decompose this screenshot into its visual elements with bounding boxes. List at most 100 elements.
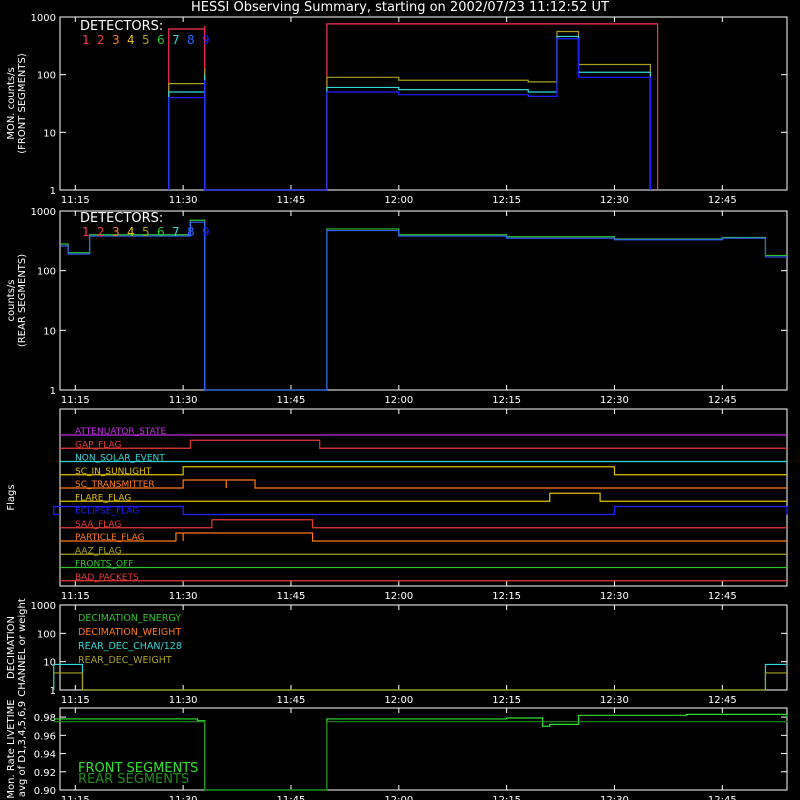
- x-tick-label: 12:00: [384, 195, 413, 206]
- x-tick-label: 11:45: [277, 395, 306, 406]
- y-tick-label: 0.90: [34, 786, 56, 797]
- plot-frame: [59, 210, 788, 391]
- y-axis-label: MON. counts/s: [6, 67, 17, 139]
- legend-item-9: 9: [202, 225, 210, 239]
- y-tick-label: 1000: [31, 13, 56, 24]
- hessi-summary-chart: 11:15 11:30 11:45 12:00 12:15 12:30 12:4511010…: [6, 13, 788, 800]
- x-tick-label: 11:30: [169, 695, 198, 706]
- x-tick-label: 11:15: [61, 695, 90, 706]
- legend-item-8: 8: [187, 225, 195, 239]
- flag-line: [60, 439, 787, 449]
- legend-item: DECIMATION_ENERGY: [78, 613, 181, 624]
- y-tick-label: 1000: [31, 601, 56, 612]
- y-tick-label: 1: [50, 186, 56, 197]
- x-tick-label: 11:15: [61, 395, 90, 406]
- x-tick-label: 12:30: [600, 395, 629, 406]
- y-tick-label: 10: [43, 128, 56, 139]
- series-line-6: [60, 219, 787, 391]
- flag-line: [60, 492, 787, 502]
- legend-item-3: 3: [112, 33, 120, 47]
- flag-line: [60, 479, 787, 489]
- x-tick-label: 12:15: [492, 395, 521, 406]
- y-tick-label: 1: [50, 386, 56, 397]
- y-axis-label: counts/s: [6, 279, 17, 321]
- y-axis-label: Mon. Rate LIVETIME: [6, 699, 17, 798]
- y-tick-label: 10: [43, 326, 56, 337]
- legend-title: DETECTORS:: [80, 211, 163, 226]
- x-tick-label: 11:30: [169, 395, 198, 406]
- x-tick-label: 12:00: [384, 695, 413, 706]
- x-tick-label: 12:30: [600, 195, 629, 206]
- x-tick-label: 12:45: [708, 591, 737, 602]
- x-tick-label: 11:30: [169, 795, 198, 800]
- x-tick-label: 11:45: [277, 695, 306, 706]
- flag-line: [60, 532, 787, 542]
- legend-title: DETECTORS:: [80, 19, 163, 34]
- legend-item-6: 6: [157, 33, 165, 47]
- flag-line: [60, 466, 787, 476]
- x-tick-label: 12:15: [492, 695, 521, 706]
- x-tick-label: 11:15: [61, 795, 90, 800]
- legend-item-6: 6: [157, 225, 165, 239]
- legend-item-7: 7: [172, 33, 180, 47]
- legend-item: REAR SEGMENTS: [78, 772, 189, 787]
- y-tick-label: 100: [37, 629, 56, 640]
- x-tick-label: 11:30: [169, 591, 198, 602]
- legend-item-2: 2: [97, 33, 105, 47]
- y-tick-label: 1: [50, 686, 56, 697]
- legend-item: REAR_DEC_WEIGHT: [78, 655, 172, 666]
- x-tick-label: 12:00: [384, 395, 413, 406]
- y-tick-label: 100: [37, 71, 56, 82]
- x-tick-label: 11:15: [61, 591, 90, 602]
- x-tick-label: 11:45: [277, 591, 306, 602]
- y-axis-label: DECIMATION: [6, 616, 17, 679]
- x-tick-label: 12:30: [600, 795, 629, 800]
- flag-line: [53, 505, 788, 516]
- legend-item-8: 8: [187, 33, 195, 47]
- series-line-1: [168, 23, 659, 191]
- y-tick-label: 0.94: [34, 750, 56, 761]
- x-tick-label: 12:30: [600, 591, 629, 602]
- legend-item-1: 1: [82, 225, 90, 239]
- legend-item-5: 5: [142, 225, 150, 239]
- series-line-rear-dec-weight: [53, 672, 787, 691]
- series-line-rear-dec-chan-128: [53, 663, 787, 691]
- x-tick-label: 12:45: [708, 395, 737, 406]
- y-tick-label: 0.98: [34, 713, 56, 724]
- x-tick-label: 12:00: [384, 591, 413, 602]
- x-tick-label: 11:15: [61, 195, 90, 206]
- legend-item-3: 3: [112, 225, 120, 239]
- x-tick-label: 12:15: [492, 795, 521, 800]
- x-tick-label: 11:45: [277, 795, 306, 800]
- legend-item: DECIMATION_WEIGHT: [78, 627, 181, 638]
- y-tick-label: 100: [37, 267, 56, 278]
- x-tick-label: 12:45: [708, 195, 737, 206]
- x-tick-label: 12:45: [708, 695, 737, 706]
- series-line-8: [168, 38, 652, 191]
- x-tick-label: 12:45: [708, 795, 737, 800]
- legend-item-7: 7: [172, 225, 180, 239]
- x-tick-label: 12:15: [492, 195, 521, 206]
- x-tick-label: 12:30: [600, 695, 629, 706]
- legend-item-5: 5: [142, 33, 150, 47]
- flag-label: ECLIPSE_FLAG: [75, 507, 139, 517]
- legend-item-2: 2: [97, 225, 105, 239]
- legend-item-4: 4: [127, 33, 135, 47]
- flag-line: [60, 519, 787, 529]
- y-tick-label: 0.96: [34, 731, 56, 742]
- y-axis-label: CHANNEL or weight: [17, 598, 28, 697]
- legend-item-9: 9: [202, 33, 210, 47]
- legend-item: REAR_DEC_CHAN/128: [78, 641, 182, 652]
- legend-item-1: 1: [82, 33, 90, 47]
- x-tick-label: 11:45: [277, 195, 306, 206]
- y-axis-label: (FRONT SEGMENTS): [17, 53, 28, 154]
- y-axis-label: avg of D1,3,4,5,6,9: [17, 701, 28, 797]
- legend-item-4: 4: [127, 225, 135, 239]
- y-tick-label: 0.92: [34, 768, 56, 779]
- series-line-8: [60, 221, 787, 391]
- y-tick-label: 1000: [31, 207, 56, 218]
- x-tick-label: 12:15: [492, 591, 521, 602]
- y-axis-label: Flags: [6, 484, 17, 510]
- x-tick-label: 11:30: [169, 195, 198, 206]
- y-axis-label: (REAR SEGMENTS): [17, 254, 28, 347]
